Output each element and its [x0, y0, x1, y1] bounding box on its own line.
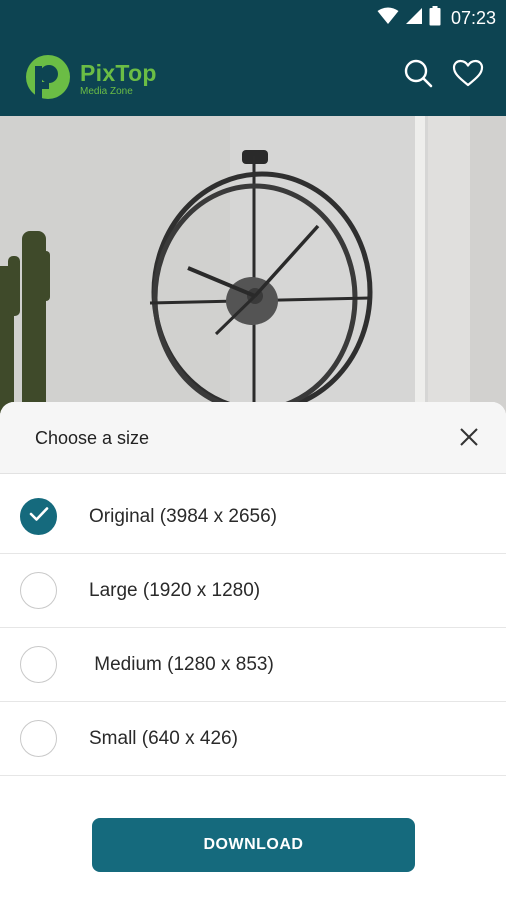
size-option-small[interactable]: Small (640 x 426)	[0, 702, 506, 776]
pixtop-logo-icon	[22, 52, 74, 107]
wifi-icon	[377, 7, 399, 30]
size-option-label: Medium (1280 x 853)	[89, 653, 274, 675]
radio-checked[interactable]	[20, 498, 57, 535]
photo-preview	[0, 116, 506, 416]
size-option-medium[interactable]: Medium (1280 x 853)	[0, 628, 506, 702]
logo-name: PixTop	[80, 60, 157, 86]
heart-icon	[452, 59, 484, 92]
search-icon	[403, 58, 433, 93]
app-bar: PixTop Media Zone	[0, 35, 506, 116]
app-actions	[402, 59, 484, 91]
size-option-label: Small (640 x 426)	[89, 727, 238, 749]
download-button[interactable]: DOWNLOAD	[92, 818, 415, 872]
radio-unchecked[interactable]	[20, 720, 57, 757]
search-button[interactable]	[402, 59, 434, 91]
check-icon	[29, 506, 49, 527]
favorite-button[interactable]	[452, 59, 484, 91]
wall-clock-photo	[0, 116, 506, 416]
radio-unchecked[interactable]	[20, 572, 57, 609]
size-option-original[interactable]: Original (3984 x 2656)	[0, 480, 506, 554]
sheet-header: Choose a size	[0, 402, 506, 474]
close-icon	[459, 427, 479, 452]
size-option-label: Original (3984 x 2656)	[89, 505, 277, 527]
close-button[interactable]	[456, 426, 482, 452]
app-logo[interactable]: PixTop Media Zone	[22, 52, 157, 107]
signal-icon	[405, 7, 423, 30]
status-icons: 07:23	[377, 6, 496, 31]
battery-icon	[429, 6, 441, 31]
size-option-label: Large (1920 x 1280)	[89, 579, 261, 601]
radio-unchecked[interactable]	[20, 646, 57, 683]
size-option-large[interactable]: Large (1920 x 1280)	[0, 554, 506, 628]
status-time: 07:23	[450, 8, 496, 28]
logo-tagline: Media Zone	[80, 86, 133, 97]
status-bar: 07:23	[0, 0, 506, 35]
size-options: Original (3984 x 2656) Large (1920 x 128…	[0, 480, 506, 776]
sheet-title: Choose a size	[35, 428, 150, 448]
